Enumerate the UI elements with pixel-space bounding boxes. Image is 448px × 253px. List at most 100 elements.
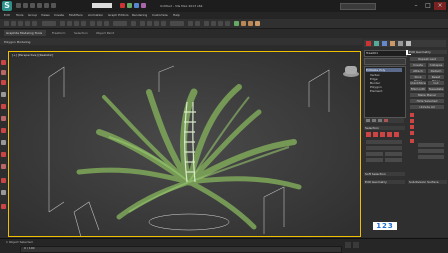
quickslice-button[interactable]: QuickSlice [410, 81, 426, 85]
percent-snap-icon[interactable] [154, 21, 159, 26]
scale-icon[interactable] [104, 21, 109, 26]
tool-icon-6[interactable] [1, 116, 6, 121]
repeat-last-button[interactable]: Repeat Last [410, 57, 444, 61]
border-mode-icon[interactable] [380, 132, 385, 137]
create-button[interactable]: Create [410, 63, 426, 67]
polygon-modeling-label[interactable]: Polygon Modeling [4, 40, 30, 44]
select-by-name-icon[interactable] [67, 21, 72, 26]
perspective-viewport[interactable] [8, 51, 361, 237]
window-crossing-icon[interactable] [81, 21, 86, 26]
move-icon[interactable] [90, 21, 95, 26]
material-editor-toolbar-icon[interactable] [234, 21, 239, 26]
view-align-button[interactable] [418, 149, 444, 153]
constraint-edge-radio[interactable] [410, 119, 414, 123]
region-select-icon[interactable] [74, 21, 79, 26]
rotate-icon[interactable] [97, 21, 102, 26]
tool-icon-5[interactable] [1, 104, 6, 109]
pivot-icon[interactable] [131, 21, 136, 26]
make-planar-button[interactable]: Make Planar [410, 93, 444, 97]
unhide-all-button[interactable]: Unhide All [410, 105, 444, 109]
subdivision-surface-header[interactable]: Subdivision Surface [408, 180, 447, 184]
named-selection-dropdown[interactable] [170, 21, 184, 26]
app-logo-icon[interactable]: S [2, 1, 12, 11]
edit-geometry-rollout-header[interactable]: Edit Geometry [364, 180, 405, 184]
curve-editor-icon[interactable] [218, 21, 223, 26]
tool-icon-7[interactable] [1, 128, 6, 133]
hide-selected-button[interactable]: Hide Selected [410, 99, 444, 103]
tool-icon-3[interactable] [1, 80, 6, 85]
auto-key-button[interactable] [353, 242, 359, 248]
modifier-list-dropdown[interactable] [364, 58, 406, 65]
show-end-result-icon[interactable] [372, 119, 376, 122]
save-file-icon[interactable] [30, 3, 35, 8]
tool-icon-12[interactable] [1, 190, 6, 195]
object-name-field[interactable]: Tree001 [364, 50, 407, 57]
new-file-icon[interactable] [16, 3, 21, 8]
modify-tab-icon[interactable] [374, 41, 379, 46]
ribbon-tab-freeform[interactable]: Freeform [52, 31, 65, 35]
spinner-snap-icon[interactable] [161, 21, 166, 26]
tool-icon-11[interactable] [1, 178, 6, 183]
bind-icon[interactable] [32, 21, 37, 26]
tool-icon-8[interactable] [1, 140, 6, 145]
menu-edit[interactable]: Edit [4, 13, 10, 17]
relax-button[interactable] [418, 155, 444, 159]
project-icon[interactable] [120, 3, 125, 8]
edge-mode-icon[interactable] [373, 132, 378, 137]
modifier-stack-item[interactable]: Element [370, 89, 382, 93]
pin-stack-icon[interactable] [366, 119, 370, 122]
select-icon[interactable] [60, 21, 65, 26]
workspace-dropdown[interactable] [92, 3, 112, 8]
menu-help[interactable]: Help [173, 13, 180, 17]
menu-animation[interactable]: Animation [88, 13, 103, 17]
redo-icon[interactable] [44, 3, 49, 8]
align-icon[interactable] [195, 21, 200, 26]
edit-geometry-header[interactable]: Edit Geometry [408, 50, 447, 54]
utilities-tab-icon[interactable] [406, 41, 411, 46]
reset-plane-button[interactable]: Reset Plane [428, 75, 444, 83]
material-editor-icon[interactable] [141, 3, 146, 8]
menu-tools[interactable]: Tools [16, 13, 23, 17]
cut-button[interactable]: Cut [428, 81, 444, 85]
close-button[interactable]: × [434, 2, 446, 10]
menu-create[interactable]: Create [54, 13, 64, 17]
snap-icon[interactable] [140, 21, 145, 26]
motion-tab-icon[interactable] [390, 41, 395, 46]
open-file-icon[interactable] [23, 3, 28, 8]
ribbon-tab-object-paint[interactable]: Object Paint [96, 31, 114, 35]
angle-snap-icon[interactable] [147, 21, 152, 26]
constraint-none-radio[interactable] [410, 113, 414, 117]
ribbon-tab-selection[interactable]: Selection [74, 31, 88, 35]
hierarchy-tab-icon[interactable] [382, 41, 387, 46]
ribbon-tab-graphite[interactable]: Graphite Modeling Tools [4, 30, 46, 36]
element-mode-icon[interactable] [394, 132, 399, 137]
remove-modifier-icon[interactable] [384, 119, 388, 122]
constraint-normal-radio[interactable] [410, 131, 414, 135]
selection-filter-dropdown[interactable] [42, 21, 56, 26]
coordinate-system-dropdown[interactable] [113, 21, 127, 26]
mirror-icon[interactable] [188, 21, 193, 26]
shrink-button[interactable] [366, 152, 383, 156]
by-vertex-checkbox[interactable] [366, 140, 402, 144]
viewport-label[interactable]: [+] [Perspective] [Realistic] [12, 53, 53, 57]
minimize-button[interactable]: – [410, 2, 422, 10]
soft-selection-rollout-header[interactable]: Soft Selection [364, 172, 405, 176]
create-tab-icon[interactable] [366, 41, 371, 46]
hold-icon[interactable] [51, 3, 56, 8]
make-unique-icon[interactable] [378, 119, 382, 122]
maximize-button[interactable]: □ [422, 2, 434, 10]
ignore-backfacing-checkbox[interactable] [366, 146, 402, 150]
render-frame-icon[interactable] [248, 21, 253, 26]
tessellate-button[interactable]: Tessellate [428, 87, 444, 91]
layer-manager-icon[interactable] [204, 21, 209, 26]
schematic-view-icon[interactable] [225, 21, 230, 26]
msmooth-button[interactable]: MSmooth [410, 87, 426, 91]
menu-graph-editors[interactable]: Graph Editors [108, 13, 129, 17]
unlink-icon[interactable] [25, 21, 30, 26]
redo-toolbar-icon[interactable] [11, 21, 16, 26]
constraint-face-radio[interactable] [410, 125, 414, 129]
menu-views[interactable]: Views [41, 13, 50, 17]
render-setup-toolbar-icon[interactable] [241, 21, 246, 26]
grid-align-button[interactable] [418, 143, 444, 147]
loop-button[interactable] [385, 158, 402, 162]
